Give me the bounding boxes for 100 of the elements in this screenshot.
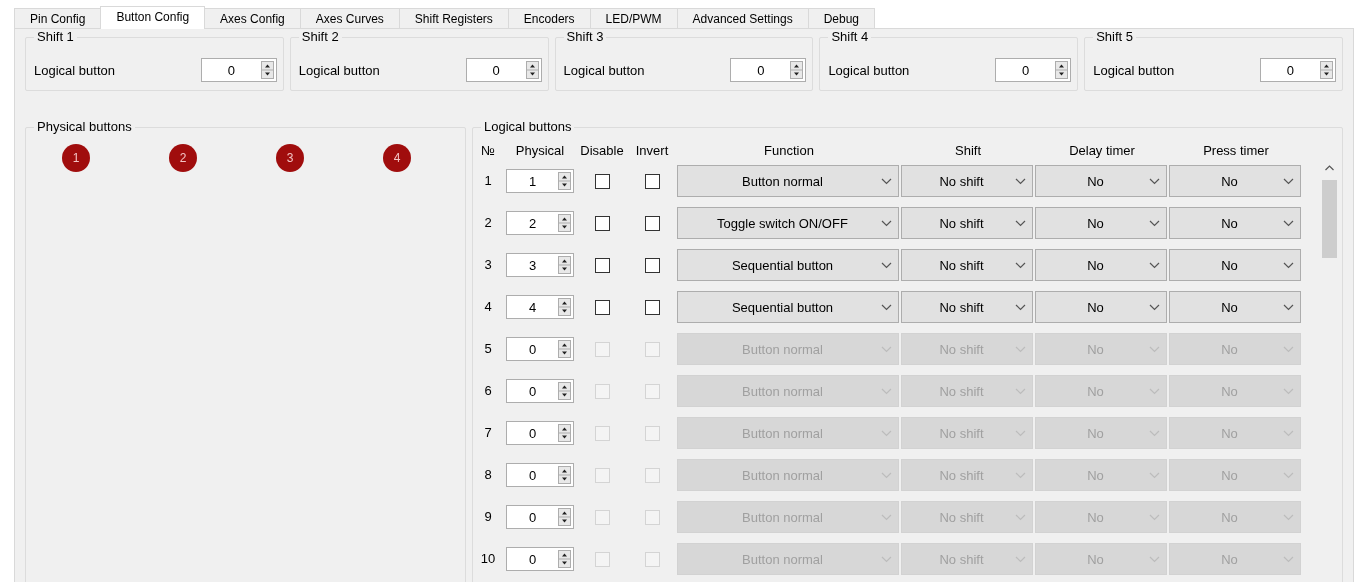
- spin-box[interactable]: 2: [506, 211, 574, 235]
- spin-arrows-icon[interactable]: [558, 214, 571, 232]
- chevron-down-icon: [1283, 513, 1294, 521]
- chevron-down-icon: [1149, 555, 1160, 563]
- checkbox[interactable]: [594, 257, 610, 273]
- group-title: Shift 3: [563, 29, 607, 44]
- chevron-down-icon: [881, 513, 892, 521]
- dropdown[interactable]: No: [1035, 291, 1167, 323]
- chevron-down-icon: [881, 471, 892, 479]
- tab[interactable]: Button Config: [100, 6, 206, 29]
- chevron-down-icon: [1283, 303, 1294, 311]
- spin-box[interactable]: 0: [1260, 58, 1336, 82]
- chevron-down-icon: [1283, 219, 1294, 227]
- tab[interactable]: Shift Registers: [398, 8, 509, 29]
- spin-arrows-icon[interactable]: [790, 61, 804, 79]
- chevron-down-icon: [1149, 471, 1160, 479]
- checkbox[interactable]: [594, 215, 610, 231]
- chevron-down-icon: [1015, 555, 1026, 563]
- dropdown[interactable]: No shift: [901, 207, 1033, 239]
- chevron-down-icon: [1283, 429, 1294, 437]
- spin-arrows-icon[interactable]: [558, 298, 571, 316]
- chevron-down-icon: [881, 429, 892, 437]
- chevron-down-icon: [1015, 303, 1026, 311]
- chevron-down-icon: [881, 303, 892, 311]
- spin-arrows-icon[interactable]: [260, 61, 274, 79]
- dropdown[interactable]: Sequential button: [677, 291, 899, 323]
- tab[interactable]: Axes Config: [204, 8, 301, 29]
- spin-arrows-icon[interactable]: [558, 172, 571, 190]
- spin-arrows-icon[interactable]: [558, 424, 571, 442]
- tab[interactable]: Pin Config: [14, 8, 102, 29]
- dropdown[interactable]: No: [1035, 207, 1167, 239]
- column-header: Disable: [579, 142, 625, 160]
- spin-arrows-icon[interactable]: [1320, 61, 1333, 79]
- spin-arrows-icon[interactable]: [558, 550, 571, 568]
- chevron-down-icon: [1015, 387, 1026, 395]
- tab[interactable]: Axes Curves: [299, 8, 400, 29]
- row-number: 4: [483, 298, 493, 316]
- spin-box[interactable]: 1: [506, 169, 574, 193]
- checkbox[interactable]: [644, 215, 660, 231]
- tab[interactable]: Debug: [807, 8, 876, 29]
- spin-arrows-icon[interactable]: [1055, 61, 1069, 79]
- row-number: 10: [479, 550, 497, 568]
- spin-arrows-icon[interactable]: [558, 256, 571, 274]
- spin-arrows-icon[interactable]: [525, 61, 539, 79]
- dropdown[interactable]: Sequential button: [677, 249, 899, 281]
- dropdown[interactable]: Toggle switch ON/OFF: [677, 207, 899, 239]
- button-indicator: 3: [276, 144, 304, 172]
- spin-box[interactable]: 0: [995, 58, 1072, 82]
- row-number: 2: [483, 214, 493, 232]
- dropdown[interactable]: No: [1169, 207, 1301, 239]
- group-title: Shift 2: [298, 29, 342, 44]
- checkbox[interactable]: [594, 173, 610, 189]
- chevron-down-icon: [1283, 261, 1294, 269]
- chevron-down-icon: [1015, 429, 1026, 437]
- group-title: Shift 4: [828, 29, 872, 44]
- chevron-down-icon: [1149, 429, 1160, 437]
- row-number: 3: [483, 256, 493, 274]
- dropdown[interactable]: No: [1035, 249, 1167, 281]
- chevron-down-icon: [881, 555, 892, 563]
- row-number: 5: [483, 340, 493, 358]
- button-indicator: 4: [383, 144, 411, 172]
- checkbox[interactable]: [644, 299, 660, 315]
- checkbox[interactable]: [644, 173, 660, 189]
- dropdown[interactable]: No: [1035, 165, 1167, 197]
- checkbox[interactable]: [594, 299, 610, 315]
- spin-arrows-icon[interactable]: [558, 340, 571, 358]
- dropdown[interactable]: No shift: [901, 249, 1033, 281]
- button-indicator: 2: [169, 144, 197, 172]
- spin-box[interactable]: 3: [506, 253, 574, 277]
- chevron-down-icon: [1015, 261, 1026, 269]
- field-label: Logical button: [298, 62, 380, 78]
- group-title: Shift 5: [1093, 29, 1137, 44]
- dropdown[interactable]: Button normal: [677, 165, 899, 197]
- chevron-down-icon: [1149, 387, 1160, 395]
- chevron-down-icon: [1149, 261, 1160, 269]
- column-header: №: [480, 142, 496, 160]
- chevron-down-icon: [881, 219, 892, 227]
- chevron-down-icon: [1283, 387, 1294, 395]
- chevron-down-icon: [1015, 177, 1026, 185]
- dropdown[interactable]: No shift: [901, 165, 1033, 197]
- tab[interactable]: Encoders: [507, 8, 591, 29]
- spin-box[interactable]: 4: [506, 295, 574, 319]
- spin-arrows-icon[interactable]: [558, 466, 571, 484]
- dropdown[interactable]: No: [1169, 165, 1301, 197]
- dropdown[interactable]: No: [1169, 291, 1301, 323]
- spin-arrows-icon[interactable]: [558, 382, 571, 400]
- chevron-down-icon: [1283, 555, 1294, 563]
- field-label: Logical button: [563, 62, 645, 78]
- field-label: Logical button: [1093, 62, 1175, 78]
- spin-box[interactable]: 0: [730, 58, 807, 82]
- group-title: Physical buttons: [34, 119, 135, 134]
- tab[interactable]: Advanced Settings: [676, 8, 809, 29]
- checkbox[interactable]: [644, 257, 660, 273]
- group-title: Logical buttons: [481, 119, 575, 134]
- spin-arrows-icon[interactable]: [558, 508, 571, 526]
- dropdown[interactable]: No: [1169, 249, 1301, 281]
- spin-box[interactable]: 0: [465, 58, 542, 82]
- spin-box[interactable]: 0: [200, 58, 277, 82]
- tab[interactable]: LED/PWM: [589, 8, 678, 29]
- dropdown[interactable]: No shift: [901, 291, 1033, 323]
